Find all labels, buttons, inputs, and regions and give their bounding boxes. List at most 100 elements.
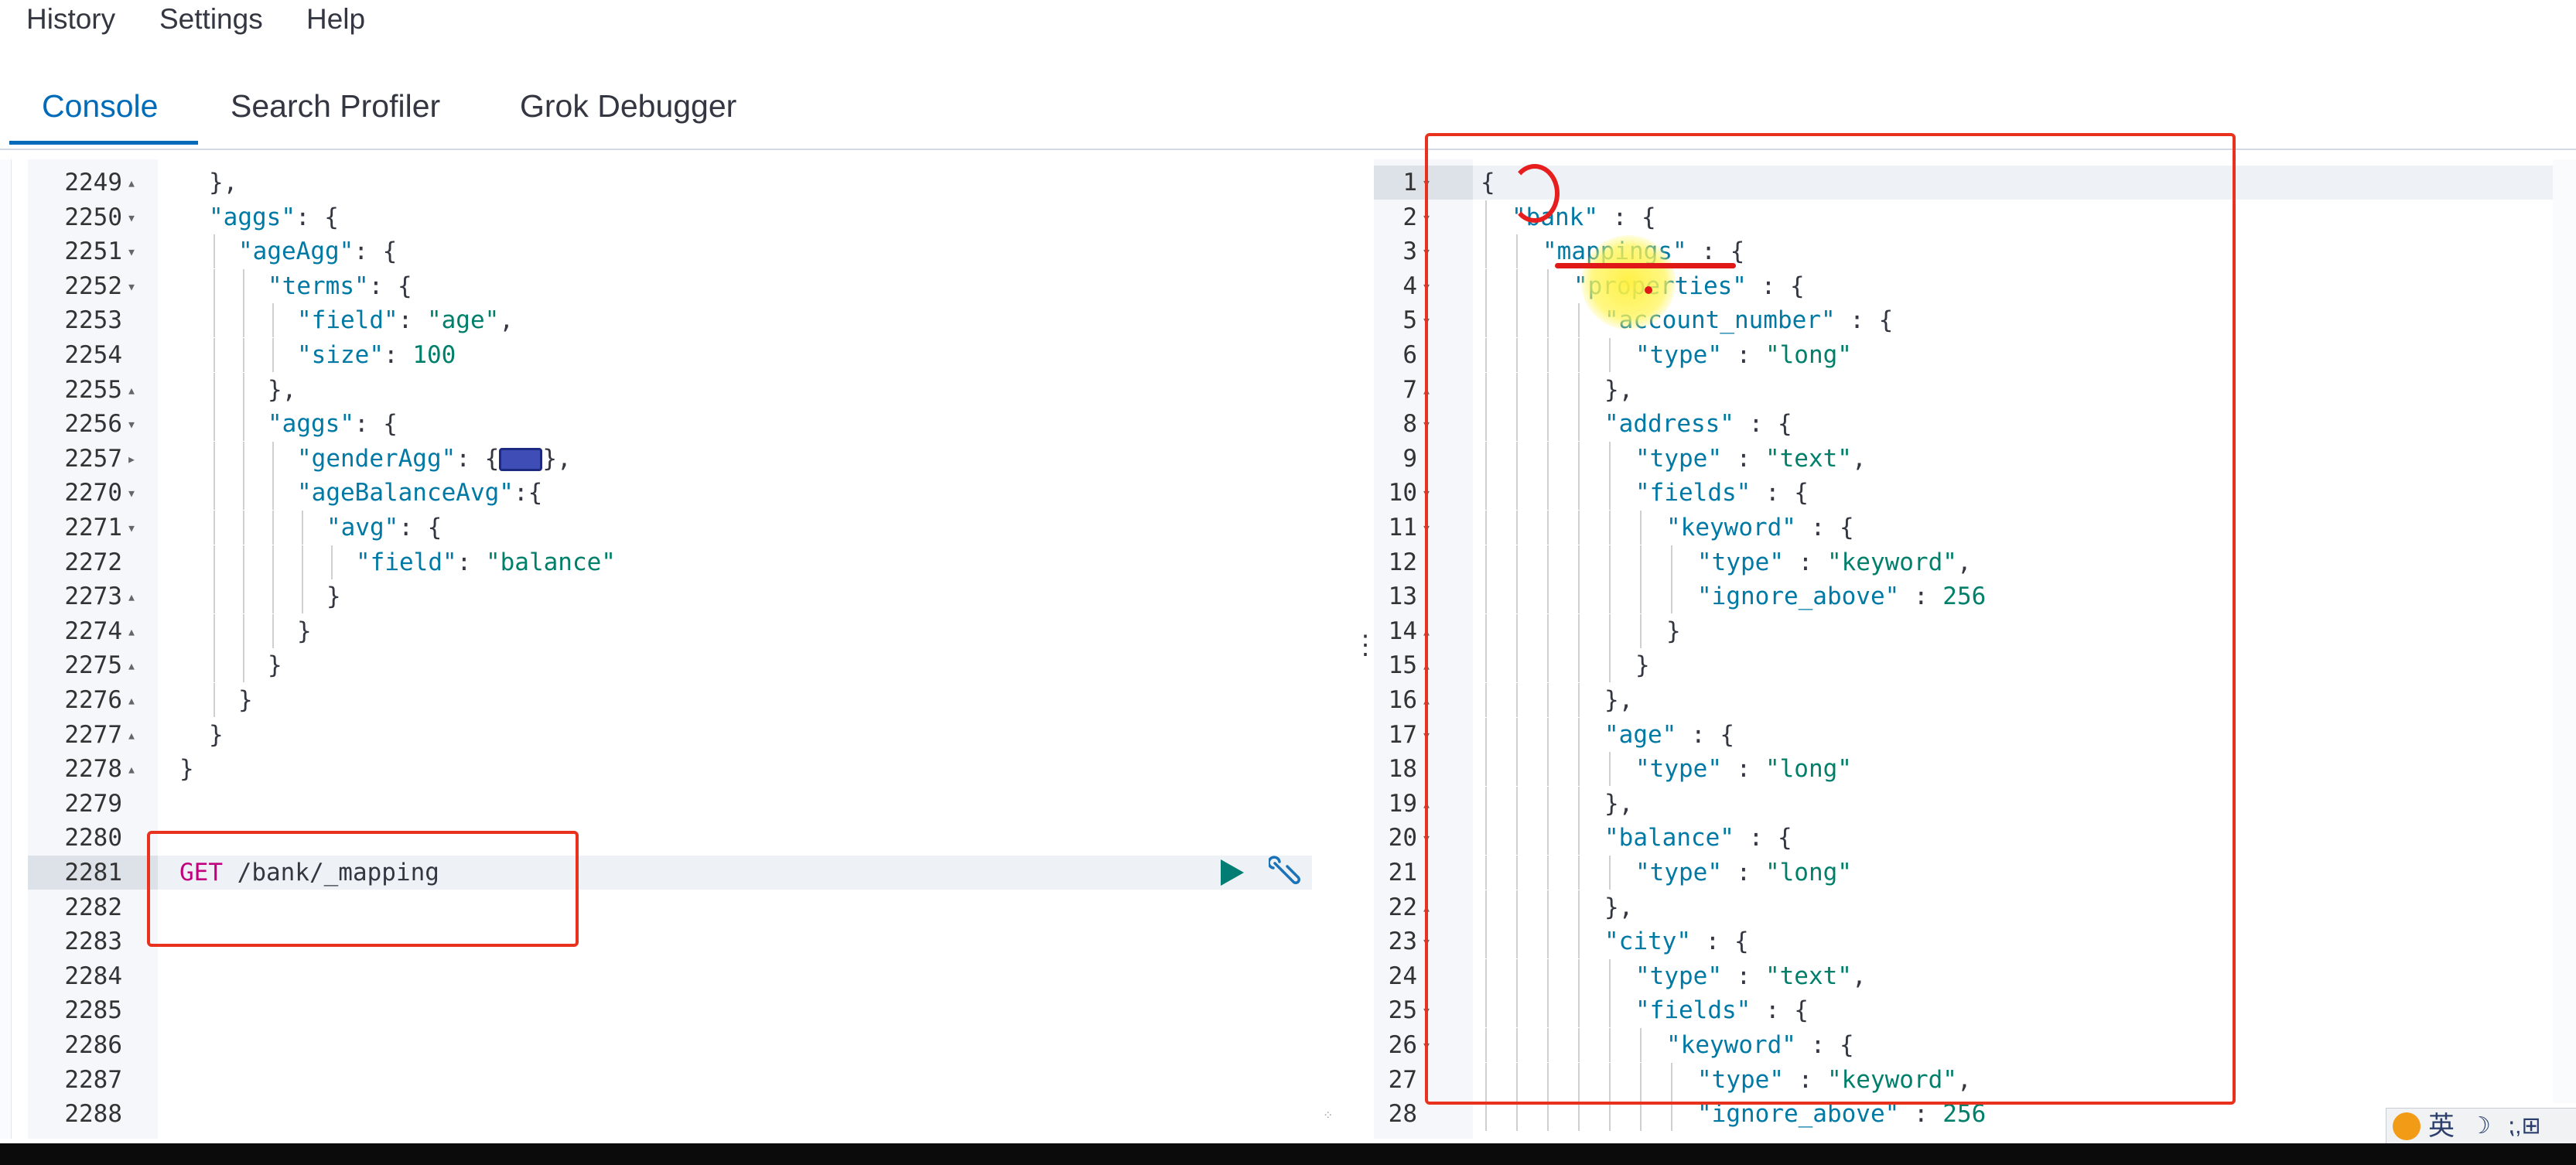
line-number: 27	[1388, 1065, 1417, 1094]
fold-toggle-icon[interactable]: ▴	[127, 683, 136, 717]
code-line: 2273 ▴}	[28, 579, 1312, 614]
fold-toggle-icon[interactable]: ▴	[127, 648, 136, 682]
line-number: 2249	[64, 169, 122, 196]
indent-guide	[214, 372, 215, 407]
indent-guide	[272, 545, 274, 579]
code-line: 2274 ▴}	[28, 613, 1312, 648]
collapsed-object-icon[interactable]	[499, 448, 543, 472]
ime-indicator[interactable]: 英 ☽ ⁏,⊞	[2386, 1108, 2576, 1145]
fold-toggle-icon[interactable]: ▴	[127, 373, 136, 407]
code-text: "aggs": {	[209, 200, 339, 234]
code-text: "aggs": {	[268, 407, 398, 441]
punctuation: }	[179, 755, 194, 784]
line-number: 2281	[64, 859, 122, 887]
fold-toggle-icon[interactable]: ▾	[127, 234, 136, 268]
indent-guide	[272, 303, 274, 338]
line-number: 2272	[64, 548, 122, 576]
fold-toggle-icon[interactable]: ▾	[127, 407, 136, 441]
annotation-underline	[1555, 263, 1736, 268]
punctuation: : {	[354, 410, 398, 439]
menu-history[interactable]: History	[26, 2, 115, 37]
line-number: 2284	[64, 962, 122, 990]
left-edge	[0, 159, 12, 1139]
tab-search-profiler[interactable]: Search Profiler	[231, 77, 440, 135]
indent-guide	[243, 511, 244, 545]
code-line: 2256 ▾ "aggs": {	[28, 407, 1312, 442]
line-number: 9	[1402, 444, 1417, 473]
code-line: 2277 ▴}	[28, 718, 1312, 752]
annotation-dot	[1645, 286, 1652, 294]
line-number: 10	[1388, 479, 1417, 507]
fold-toggle-icon[interactable]: ▸	[127, 442, 136, 476]
line-number: 17	[1388, 720, 1417, 749]
line-number: 2276	[64, 686, 122, 714]
line-number: 2285	[64, 996, 122, 1025]
code-line: 2279	[28, 787, 1312, 821]
fold-toggle-icon[interactable]: ▾	[127, 476, 136, 510]
code-text: "field": "age",	[297, 303, 514, 337]
json-key: "aggs"	[209, 203, 296, 231]
menu-settings[interactable]: Settings	[159, 2, 263, 37]
punctuation: : {	[368, 272, 412, 300]
request-editor[interactable]: 2249 ▴}, 2250 ▾ "aggs": {2251 ▾ "ageAgg": {225…	[28, 159, 1312, 1139]
line-number: 2250	[64, 203, 122, 231]
indent-guide	[302, 579, 303, 614]
code-text: }	[209, 718, 224, 752]
indent-guide	[214, 407, 215, 442]
line-number: 21	[1388, 859, 1417, 887]
line-number: 25	[1388, 996, 1417, 1025]
fold-toggle-icon[interactable]: ▾	[127, 511, 136, 545]
punctuation: :	[398, 306, 427, 335]
resize-grip-icon[interactable]: ⁘	[1323, 1108, 1334, 1122]
indent-guide	[302, 511, 303, 545]
code-line: 2287	[28, 1063, 1312, 1097]
fold-toggle-icon[interactable]: ▾	[127, 269, 136, 303]
indent-guide	[243, 338, 244, 372]
indent-guide	[302, 545, 303, 579]
annotation-box-request	[147, 831, 579, 947]
response-scrollbar[interactable]	[2553, 159, 2576, 1103]
code-text: }	[268, 648, 282, 682]
fold-toggle-icon[interactable]: ▾	[127, 200, 136, 234]
indent-guide	[214, 579, 215, 614]
fold-toggle-icon[interactable]: ▴	[127, 579, 136, 613]
line-number: 2277	[64, 720, 122, 749]
fold-toggle-icon[interactable]: ▴	[127, 614, 136, 648]
code-line: 2249 ▴},	[28, 166, 1312, 200]
fold-toggle-icon[interactable]: ▴	[127, 718, 136, 752]
menu-help[interactable]: Help	[306, 2, 365, 37]
line-number: 22	[1388, 893, 1417, 921]
indent-guide	[243, 476, 244, 511]
line-number: 2286	[64, 1031, 122, 1059]
play-icon[interactable]	[1221, 859, 1244, 886]
drag-handle-icon[interactable]: ⋮	[1352, 627, 1379, 664]
code-text: },	[209, 166, 237, 200]
indent-guide	[243, 372, 244, 407]
line-number: 18	[1388, 755, 1417, 784]
code-text: "size": 100	[297, 338, 456, 372]
wrench-icon[interactable]	[1267, 856, 1303, 890]
code-line: 2278 ▴}	[28, 752, 1312, 786]
tab-console[interactable]: Console	[42, 77, 158, 135]
fold-toggle-icon[interactable]: ▴	[127, 166, 136, 200]
line-number: 24	[1388, 962, 1417, 990]
indent-guide	[214, 234, 215, 269]
punctuation: : {	[354, 237, 398, 266]
code-text: "terms": {	[268, 269, 412, 303]
punctuation: }	[268, 651, 282, 680]
punctuation: :{	[513, 479, 543, 507]
line-number: 2287	[64, 1065, 122, 1094]
fold-toggle-icon[interactable]: ▴	[127, 752, 136, 786]
json-key: "avg"	[326, 514, 399, 542]
tab-grok-debugger[interactable]: Grok Debugger	[520, 77, 736, 135]
ime-lang: 英	[2428, 1112, 2455, 1141]
line-number: 23	[1388, 928, 1417, 956]
indent-guide	[243, 648, 244, 683]
line-number: 15	[1388, 651, 1417, 680]
line-number: 2255	[64, 375, 122, 404]
line-number: 2256	[64, 410, 122, 439]
json-string: "balance"	[485, 548, 616, 576]
line-number: 2279	[64, 789, 122, 818]
line-number: 6	[1402, 341, 1417, 369]
code-text: "ageBalanceAvg":{	[297, 476, 542, 510]
